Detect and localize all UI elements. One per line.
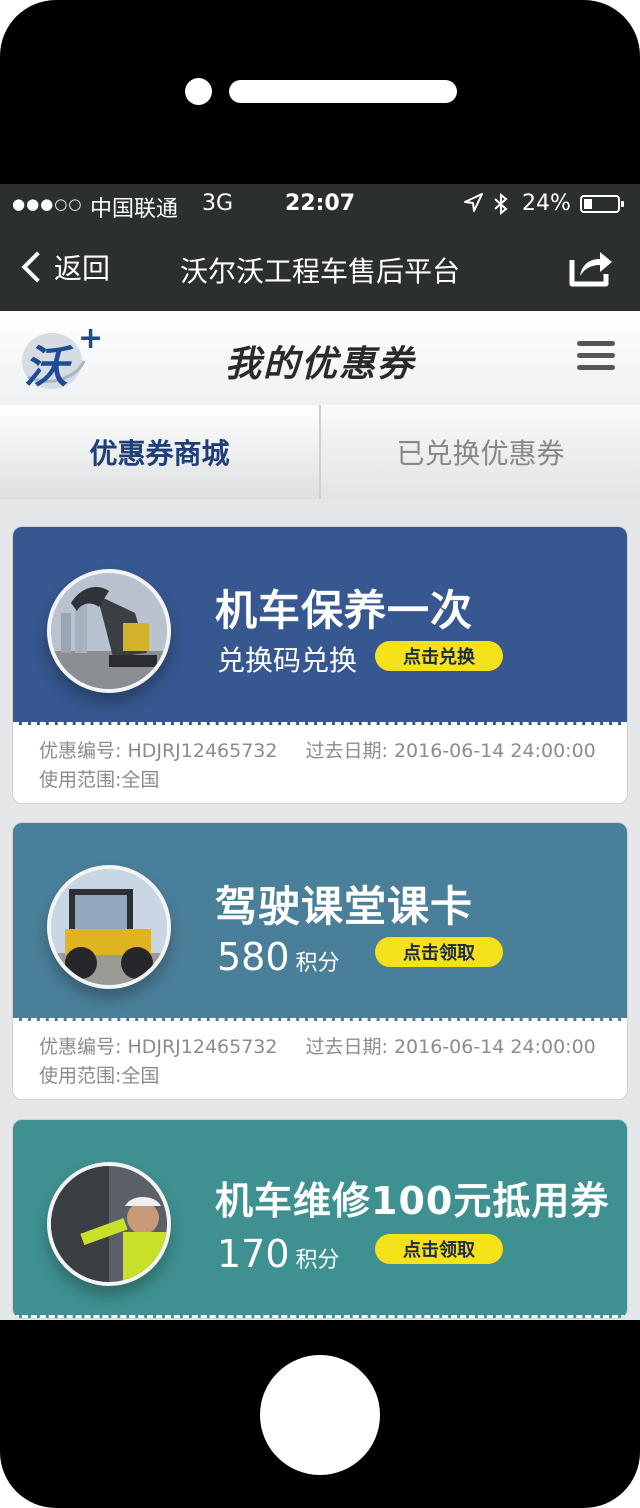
expiry-date: 2016-06-14 24:00:00 [393, 740, 596, 762]
points-value: 170 [217, 1232, 290, 1276]
bluetooth-icon [492, 192, 510, 222]
scope-value: 全国 [121, 769, 160, 791]
mechanic-icon [47, 1162, 171, 1286]
coupon-code-label: 优惠编号: [39, 1036, 122, 1058]
points-value: 580 [217, 935, 290, 979]
home-button[interactable] [260, 1355, 380, 1475]
expiry-label: 过去日期: [305, 740, 388, 762]
coupon-code-row: 优惠编号: HDJRJ12465732 过去日期: 2016-06-14 24:0… [39, 1033, 627, 1062]
coupon-header: 机车维修100元抵用券 170 积分 点击领取 [13, 1120, 627, 1318]
coupon-card[interactable]: 机车保养一次 兑换码兑换 点击兑换 优惠编号: HDJRJ12465732 过去日… [12, 526, 628, 804]
scope-row: 使用范围:全国 [39, 1062, 627, 1091]
scope-row: 使用范围:全国 [39, 766, 627, 795]
tab-coupon-mall[interactable]: 优惠券商城 [0, 405, 319, 499]
coupon-title: 机车保养一次 [215, 586, 474, 635]
hamburger-menu-icon[interactable] [577, 341, 615, 375]
coupon-code: HDJRJ12465732 [127, 1036, 278, 1058]
claim-button[interactable]: 点击领取 [375, 1234, 503, 1264]
expiry-date: 2016-06-14 24:00:00 [393, 1036, 596, 1058]
brand-header: 沃 + 我的优惠券 [0, 311, 640, 406]
tab-redeemed-coupons[interactable]: 已兑换优惠券 [321, 405, 640, 499]
coupon-subtitle: 兑换码兑换 [217, 644, 358, 677]
redeem-button[interactable]: 点击兑换 [375, 641, 503, 671]
coupon-header: 机车保养一次 兑换码兑换 点击兑换 [13, 527, 627, 725]
scope-label: 使用范围: [39, 769, 122, 791]
earpiece-speaker [229, 80, 457, 103]
scope-label: 使用范围: [39, 1065, 122, 1087]
status-bar: ●●●○○ 中国联通 3G 22:07 24% [0, 184, 640, 224]
coupon-title: 驾驶课堂课卡 [215, 882, 474, 931]
coupon-card[interactable]: 机车维修100元抵用券 170 积分 点击领取 [12, 1119, 628, 1319]
front-camera [185, 78, 212, 105]
excavator-icon [47, 569, 171, 693]
coupon-price: 170 积分 [217, 1232, 340, 1276]
wheel-loader-icon [47, 865, 171, 989]
page-title: 我的优惠券 [224, 343, 415, 385]
points-unit: 积分 [295, 1248, 340, 1273]
location-arrow-icon [462, 192, 484, 220]
nav-title: 沃尔沃工程车售后平台 [179, 255, 460, 288]
coupon-details: 优惠编号: HDJRJ12465732 过去日期: 2016-06-14 24:0… [13, 725, 627, 803]
coupon-tabs: 优惠券商城 已兑换优惠券 [0, 405, 640, 499]
coupon-price: 580 积分 [217, 935, 340, 979]
coupon-title: 机车维修100元抵用券 [215, 1179, 610, 1223]
phone-frame: ●●●○○ 中国联通 3G 22:07 24% 返回 沃尔沃工程车售后平台 沃 … [0, 0, 640, 1508]
share-button[interactable] [568, 246, 614, 288]
coupon-card[interactable]: 驾驶课堂课卡 580 积分 点击领取 优惠编号: HDJRJ12465732 过去… [12, 822, 628, 1100]
navigation-bar: 返回 沃尔沃工程车售后平台 [0, 224, 640, 311]
share-icon [569, 252, 612, 287]
coupon-header: 驾驶课堂课卡 580 积分 点击领取 [13, 823, 627, 1021]
battery-icon [580, 195, 624, 213]
coupon-code: HDJRJ12465732 [127, 740, 278, 762]
coupon-code-row: 优惠编号: HDJRJ12465732 过去日期: 2016-06-14 24:0… [39, 737, 627, 766]
coupon-code-label: 优惠编号: [39, 740, 122, 762]
battery-percent: 24% [522, 191, 571, 216]
points-unit: 积分 [295, 951, 340, 976]
screen: ●●●○○ 中国联通 3G 22:07 24% 返回 沃尔沃工程车售后平台 沃 … [0, 184, 640, 1320]
scope-value: 全国 [121, 1065, 160, 1087]
expiry-label: 过去日期: [305, 1036, 388, 1058]
battery-level-fill [584, 199, 592, 209]
claim-button[interactable]: 点击领取 [375, 937, 503, 967]
coupon-details: 优惠编号: HDJRJ12465732 过去日期: 2016-06-14 24:0… [13, 1021, 627, 1099]
